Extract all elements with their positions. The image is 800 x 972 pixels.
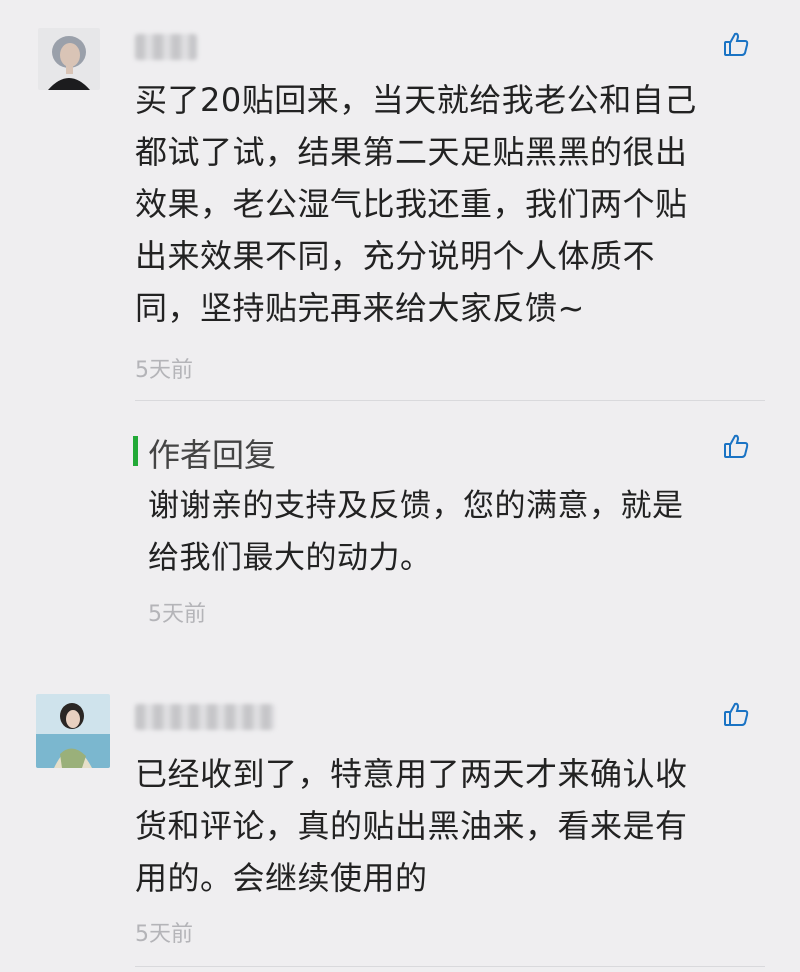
comment-item: 买了20贴回来，当天就给我老公和自己 都试了试，结果第二天足贴黑黑的很出 效果，…	[0, 0, 800, 400]
author-reply: 作者回复 谢谢亲的支持及反馈，您的满意，就是 给我们最大的动力。 5天前	[0, 410, 800, 650]
username-blurred[interactable]	[135, 704, 275, 730]
reply-time: 5天前	[148, 602, 206, 627]
divider	[135, 400, 765, 401]
thumbs-up-icon[interactable]	[722, 700, 750, 728]
reply-accent-bar	[133, 436, 138, 466]
avatar[interactable]	[38, 28, 100, 90]
avatar[interactable]	[36, 694, 110, 768]
username-blurred[interactable]	[135, 34, 197, 60]
comment-item: 已经收到了，特意用了两天才来确认收 货和评论，真的贴出黑油来，看来是有 用的。会…	[0, 680, 800, 972]
comment-text: 买了20贴回来，当天就给我老公和自己 都试了试，结果第二天足贴黑黑的很出 效果，…	[135, 81, 697, 327]
thumbs-up-icon[interactable]	[722, 432, 750, 460]
reply-text: 谢谢亲的支持及反馈，您的满意，就是 给我们最大的动力。	[148, 488, 684, 576]
comment-time: 5天前	[135, 922, 193, 947]
reply-title: 作者回复	[148, 436, 277, 474]
comment-time: 5天前	[135, 358, 193, 383]
comment-text: 已经收到了，特意用了两天才来确认收 货和评论，真的贴出黑油来，看来是有 用的。会…	[135, 755, 688, 897]
thumbs-up-icon[interactable]	[722, 30, 750, 58]
divider	[135, 966, 765, 967]
